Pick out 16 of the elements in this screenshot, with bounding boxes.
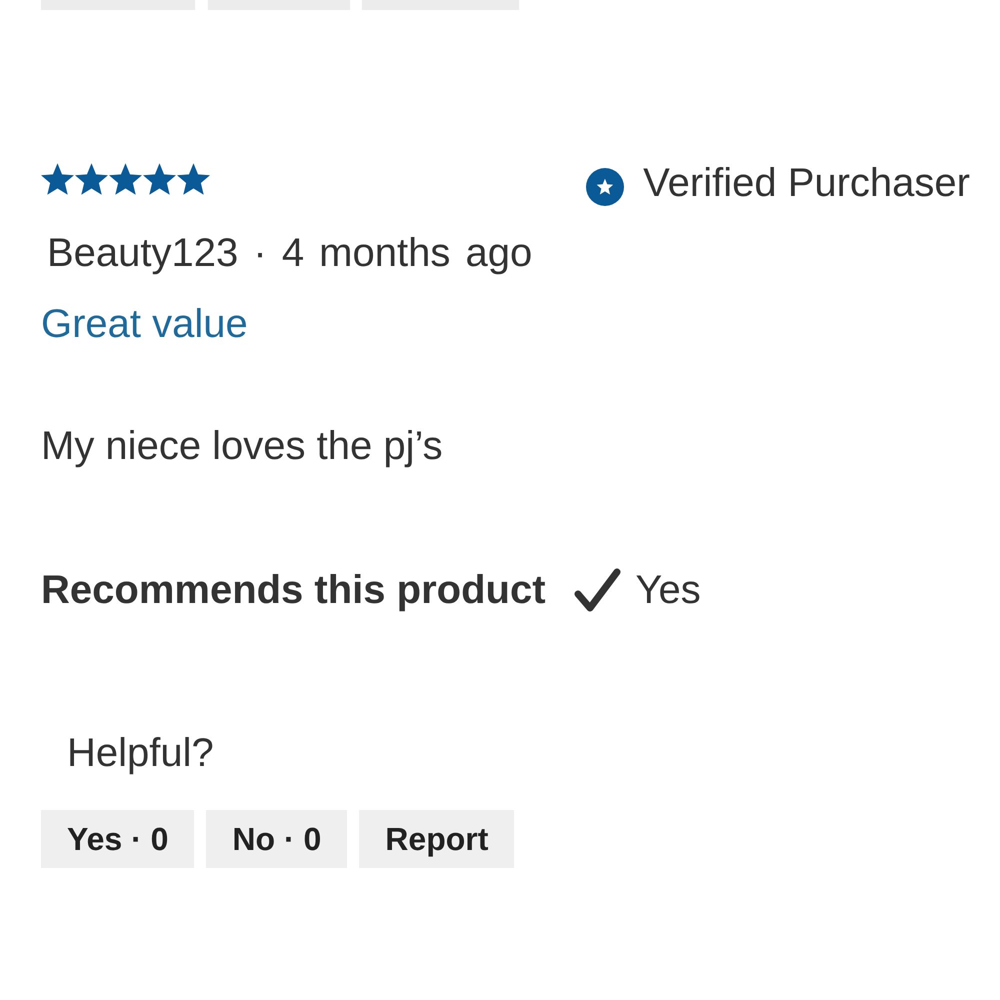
feedback-button[interactable]: No · 0 (206, 810, 348, 868)
recommendation-label: Recommends this product (41, 567, 546, 613)
star-icon (109, 163, 142, 195)
feedback-button[interactable]: Report (359, 810, 514, 868)
feedback-button[interactable]: Yes · 0 (41, 810, 194, 868)
review-text: My niece loves the pj’s (41, 423, 443, 469)
star-icon (177, 163, 210, 195)
review-title: Great value (41, 301, 248, 347)
star-icon (41, 163, 74, 195)
verified-purchaser-label: Verified Purchaser (643, 160, 970, 206)
star-badge-icon (586, 168, 624, 206)
recommendation-answer: Yes (636, 567, 701, 613)
star-icon (143, 163, 176, 195)
review-byline: Beauty123 · 4 months ago (46, 230, 532, 276)
star-icon (75, 163, 108, 195)
helpful-prompt: Helpful? (67, 730, 214, 776)
